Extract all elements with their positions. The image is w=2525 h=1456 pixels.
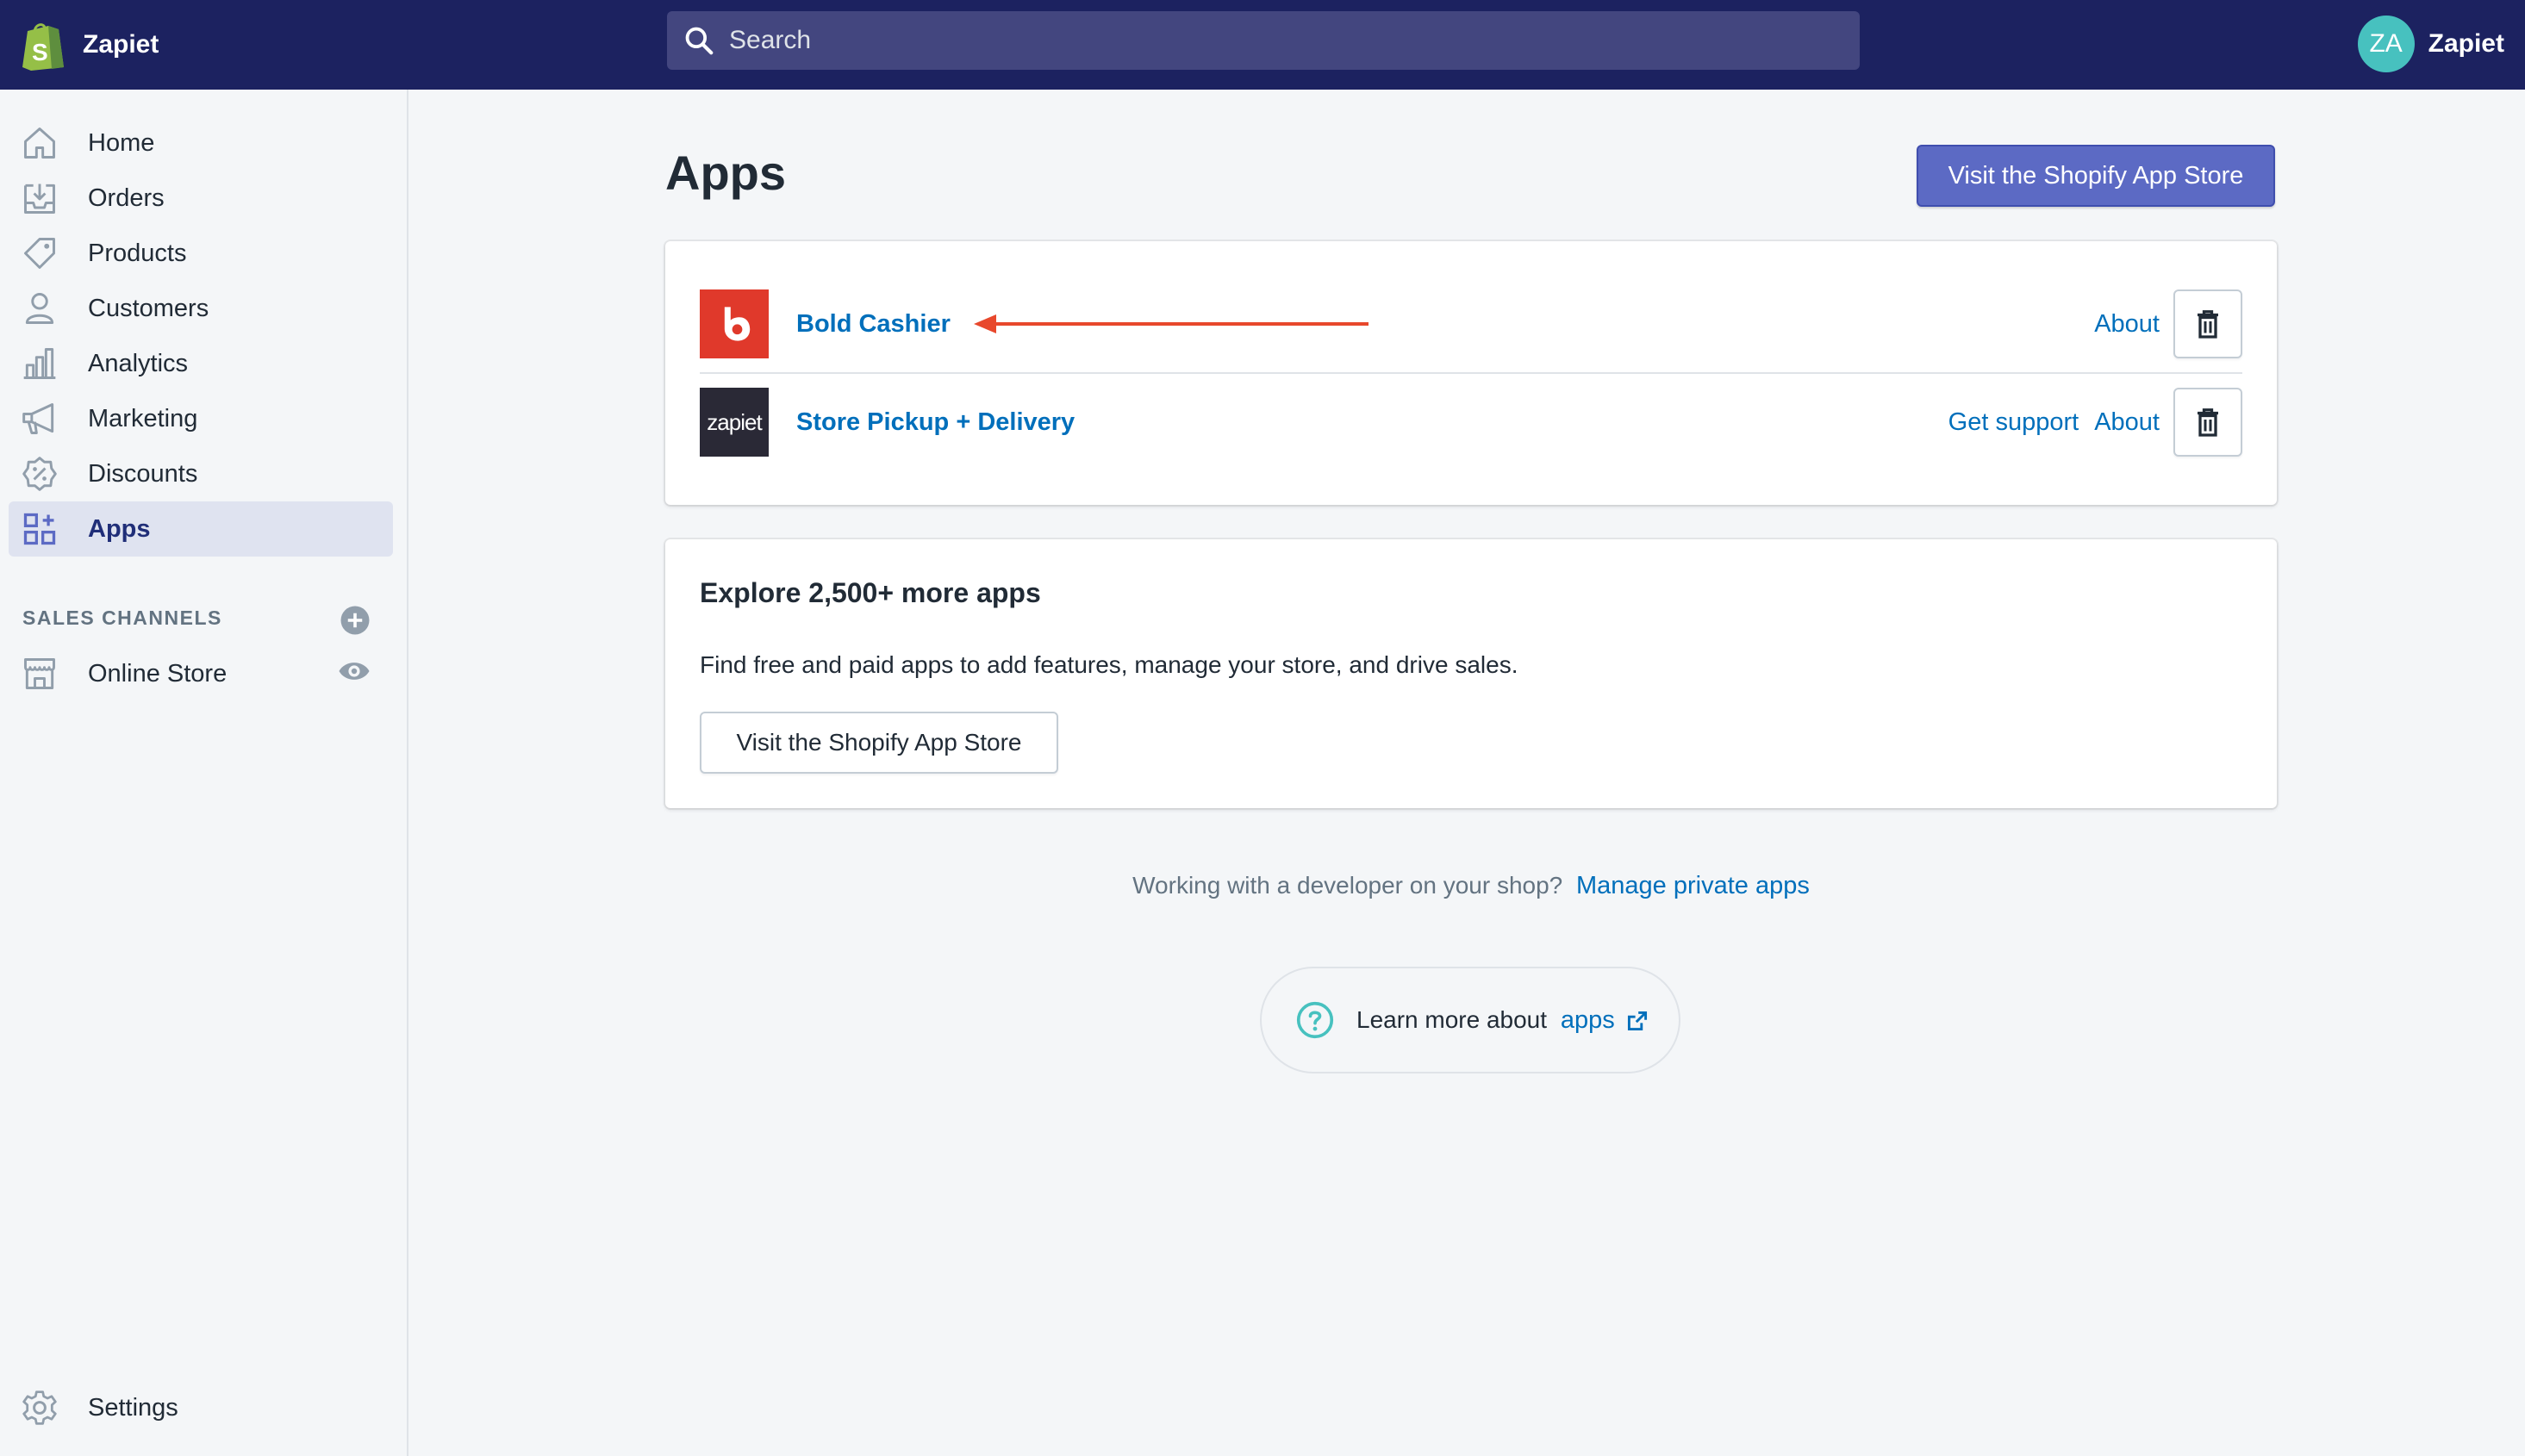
sales-channels-heading: SALES CHANNELS bbox=[22, 607, 222, 629]
sidebar-item-analytics[interactable]: Analytics bbox=[9, 336, 393, 391]
orders-icon bbox=[21, 179, 59, 217]
developer-text: Working with a developer on your shop? bbox=[1132, 872, 1563, 899]
delete-app-button[interactable] bbox=[2173, 388, 2242, 457]
delete-app-button[interactable] bbox=[2173, 289, 2242, 358]
annotation-arrow-icon bbox=[974, 314, 1368, 333]
store-brand[interactable]: S Zapiet bbox=[19, 16, 159, 74]
person-icon bbox=[21, 289, 59, 327]
tag-icon bbox=[21, 234, 59, 272]
sidebar-item-customers[interactable]: Customers bbox=[9, 281, 393, 336]
get-support-link[interactable]: Get support bbox=[1948, 408, 2079, 437]
search-placeholder: Search bbox=[729, 26, 812, 54]
app-name-link[interactable]: Bold Cashier bbox=[796, 310, 951, 339]
sidebar-item-label: Apps bbox=[88, 514, 151, 543]
sidebar-item-marketing[interactable]: Marketing bbox=[9, 391, 393, 446]
sidebar-item-discounts[interactable]: Discounts bbox=[9, 446, 393, 501]
sidebar-item-label: Home bbox=[88, 128, 155, 157]
top-bar: S Zapiet Search ZA Zapiet bbox=[0, 0, 2525, 90]
store-name: Zapiet bbox=[83, 30, 159, 59]
visit-app-store-button[interactable]: Visit the Shopify App Store bbox=[1917, 145, 2275, 207]
app-row-actions: About bbox=[2094, 289, 2242, 358]
sidebar-item-label: Marketing bbox=[88, 404, 198, 432]
avatar: ZA bbox=[2357, 16, 2415, 72]
shopify-logo-icon: S bbox=[22, 23, 64, 71]
sidebar: Home Orders Products Customers Analytics… bbox=[0, 90, 408, 1456]
question-circle-icon bbox=[1296, 1001, 1334, 1039]
visit-app-store-secondary-button[interactable]: Visit the Shopify App Store bbox=[700, 712, 1058, 774]
help-footer: Learn more about apps bbox=[1260, 967, 1680, 1073]
manage-private-apps-link[interactable]: Manage private apps bbox=[1576, 872, 1810, 899]
sidebar-item-orders[interactable]: Orders bbox=[9, 171, 393, 226]
explore-title: Explore 2,500+ more apps bbox=[700, 577, 1041, 608]
svg-text:S: S bbox=[32, 39, 48, 65]
add-sales-channel-icon[interactable] bbox=[340, 605, 371, 636]
megaphone-icon bbox=[21, 400, 59, 438]
learn-more-apps-link[interactable]: apps bbox=[1561, 1006, 1615, 1034]
home-icon bbox=[21, 124, 59, 162]
discount-icon bbox=[21, 455, 59, 493]
sidebar-item-label: Discounts bbox=[88, 459, 198, 488]
developer-footer: Working with a developer on your shop? M… bbox=[665, 872, 2277, 900]
sidebar-item-label: Online Store bbox=[88, 659, 228, 688]
help-text: Learn more about apps bbox=[1356, 1006, 1648, 1035]
account-name: Zapiet bbox=[2428, 29, 2504, 58]
bar-chart-icon bbox=[21, 345, 59, 383]
app-name-link[interactable]: Store Pickup + Delivery bbox=[796, 408, 1075, 437]
sidebar-item-apps[interactable]: Apps bbox=[9, 501, 393, 557]
trash-icon bbox=[2198, 310, 2218, 339]
zapiet-logo: zapiet bbox=[700, 388, 769, 457]
sidebar-item-label: Orders bbox=[88, 184, 165, 212]
sidebar-item-label: Settings bbox=[88, 1393, 178, 1422]
app-row-actions: Get support About bbox=[1948, 388, 2242, 457]
sidebar-item-home[interactable]: Home bbox=[9, 115, 393, 171]
sidebar-item-settings[interactable]: Settings bbox=[9, 1380, 393, 1435]
store-icon bbox=[21, 655, 59, 693]
apps-icon bbox=[21, 510, 59, 548]
sidebar-item-label: Customers bbox=[88, 294, 209, 322]
gear-icon bbox=[21, 1389, 59, 1427]
search-icon bbox=[685, 27, 714, 55]
external-link-icon bbox=[1627, 1011, 1647, 1031]
app-row: zapiet Store Pickup + Delivery Get suppo… bbox=[700, 388, 2242, 457]
sidebar-item-label: Products bbox=[88, 239, 187, 267]
explore-apps-card: Explore 2,500+ more apps Find free and p… bbox=[665, 539, 2277, 808]
installed-apps-card: Bold Cashier About zapiet Store Pickup +… bbox=[665, 241, 2277, 505]
explore-description: Find free and paid apps to add features,… bbox=[700, 651, 1518, 678]
trash-icon bbox=[2198, 408, 2218, 437]
row-divider bbox=[700, 372, 2242, 374]
sidebar-item-online-store[interactable]: Online Store bbox=[9, 646, 393, 701]
about-link[interactable]: About bbox=[2094, 310, 2160, 339]
sidebar-item-products[interactable]: Products bbox=[9, 226, 393, 281]
help-label: Learn more about bbox=[1356, 1005, 1548, 1033]
account-menu[interactable]: ZA Zapiet bbox=[2357, 14, 2504, 74]
app-row: Bold Cashier About bbox=[700, 289, 2242, 358]
sidebar-item-label: Analytics bbox=[88, 349, 189, 377]
about-link[interactable]: About bbox=[2094, 408, 2160, 437]
search-bar[interactable]: Search bbox=[667, 11, 1860, 70]
page-title: Apps bbox=[665, 146, 786, 200]
eye-icon[interactable] bbox=[338, 658, 371, 684]
bold-cashier-logo bbox=[700, 289, 769, 358]
